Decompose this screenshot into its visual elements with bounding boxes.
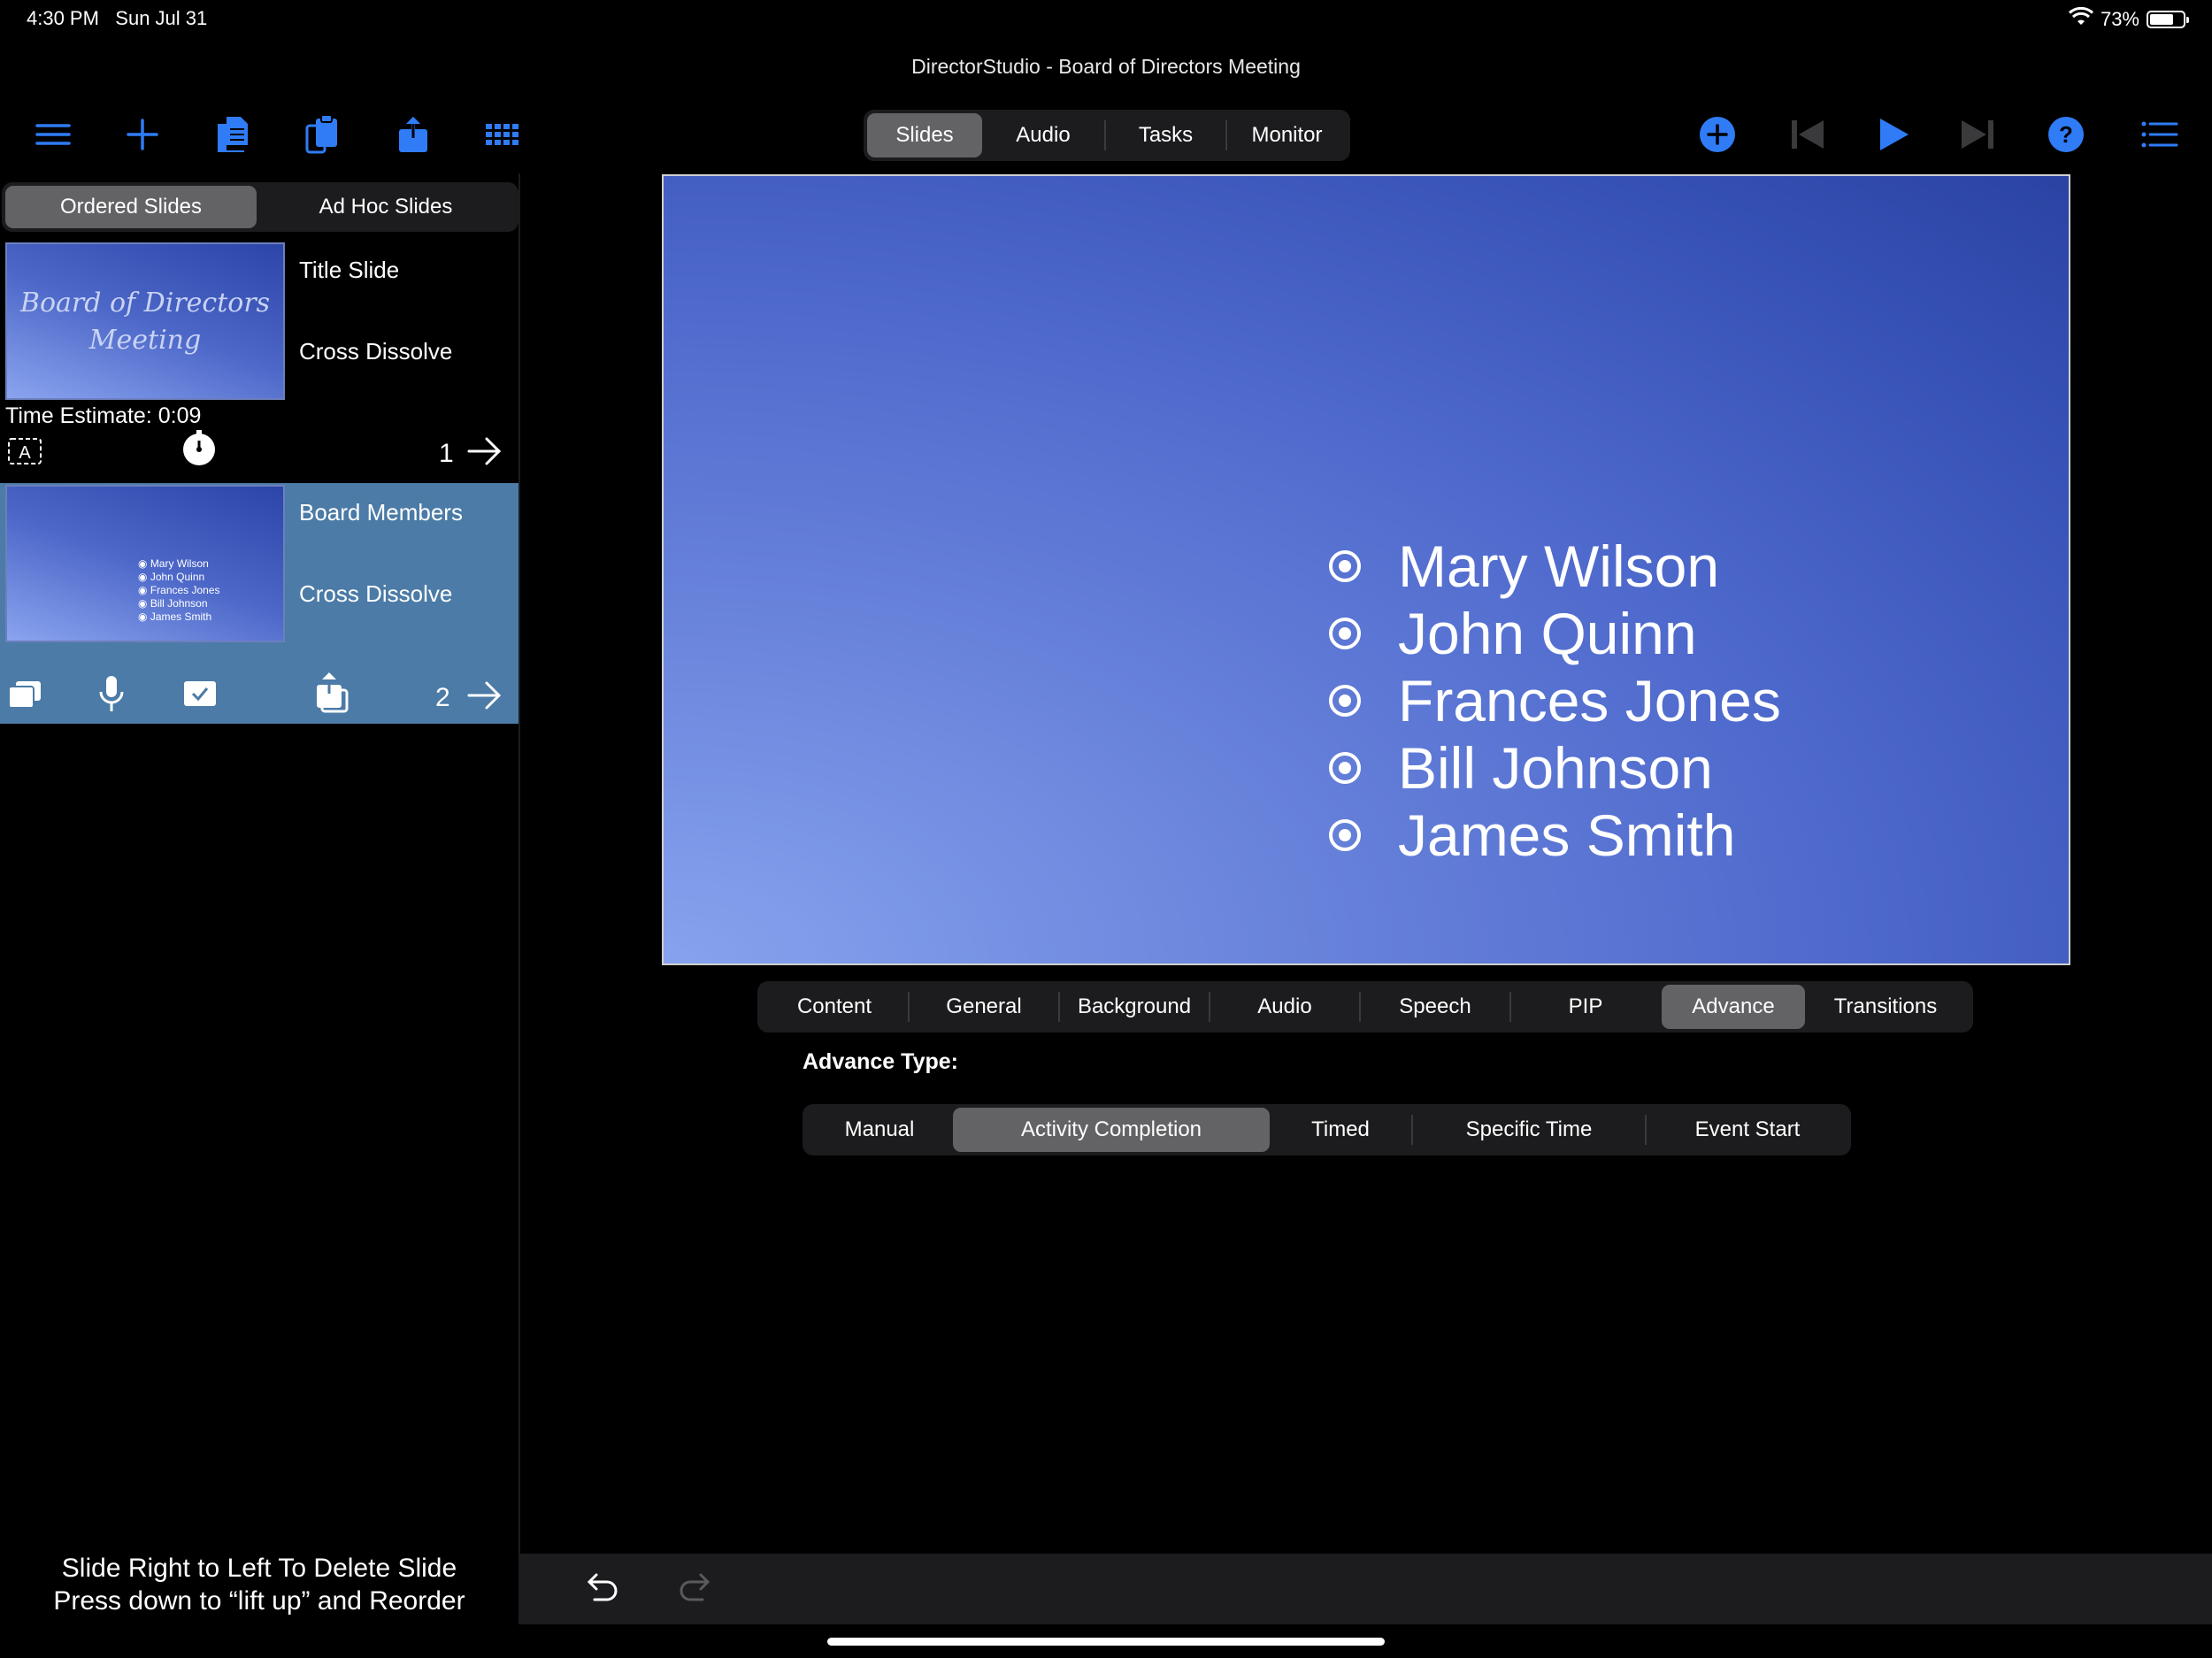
slide-card-2[interactable]: ◉ Mary Wilson ◉ John Quinn ◉ Frances Jon… — [0, 483, 518, 724]
tab-tasks[interactable]: Tasks — [1106, 113, 1225, 157]
tab-content[interactable]: Content — [761, 985, 908, 1029]
slide-preview[interactable]: Mary Wilson John Quinn Frances Jones Bil… — [662, 174, 2070, 965]
export-icon[interactable] — [313, 672, 349, 718]
redo-icon[interactable] — [678, 1570, 717, 1613]
bullet-icon — [1329, 550, 1361, 582]
home-indicator — [827, 1638, 1385, 1646]
slide-transition: Cross Dissolve — [299, 580, 453, 607]
tab-transitions[interactable]: Transitions — [1805, 985, 1966, 1029]
play-icon[interactable] — [1870, 111, 1916, 157]
status-bar-right: 73% — [2068, 6, 2189, 32]
slide-number: 1 — [439, 439, 454, 468]
hint-line-2: Press down to “lift up” and Reorder — [53, 1586, 465, 1616]
copy-icon[interactable] — [7, 679, 42, 714]
sidebar: Ordered Slides Ad Hoc Slides Board of Di… — [0, 173, 520, 1624]
advance-type-label: Advance Type: — [803, 1049, 958, 1074]
clipboard-icon[interactable] — [300, 111, 346, 157]
grid-icon[interactable] — [480, 111, 526, 157]
bullet-item: Bill Johnson — [1329, 734, 1713, 802]
share-icon[interactable] — [390, 111, 436, 157]
slide-name: Title Slide — [299, 257, 400, 283]
help-icon[interactable]: ? — [2043, 111, 2089, 157]
plus-icon[interactable] — [119, 111, 165, 157]
tab-ad-hoc-slides[interactable]: Ad Hoc Slides — [257, 186, 515, 228]
bullet-icon — [1329, 618, 1361, 649]
microphone-icon[interactable] — [97, 674, 126, 718]
documents-icon[interactable] — [209, 111, 255, 157]
tab-audio-props[interactable]: Audio — [1210, 985, 1359, 1029]
tab-advance[interactable]: Advance — [1662, 985, 1805, 1029]
option-manual[interactable]: Manual — [806, 1108, 953, 1152]
svg-text:A: A — [19, 443, 31, 463]
status-bar-time: 4:30 PM Sun Jul 31 — [27, 7, 207, 30]
bullet-icon — [1329, 685, 1361, 717]
arrow-right-icon[interactable] — [467, 435, 503, 472]
tab-monitor[interactable]: Monitor — [1227, 113, 1347, 157]
tab-slides[interactable]: Slides — [867, 113, 982, 157]
sidebar-tabs: Ordered Slides Ad Hoc Slides — [2, 182, 518, 232]
slide-thumbnail-2[interactable]: ◉ Mary Wilson ◉ John Quinn ◉ Frances Jon… — [5, 485, 285, 642]
bullet-item: Frances Jones — [1329, 667, 1781, 734]
status-date: Sun Jul 31 — [115, 7, 208, 29]
option-activity-completion[interactable]: Activity Completion — [953, 1108, 1270, 1152]
auto-advance-icon[interactable]: A — [7, 437, 42, 470]
time-estimate: Time Estimate: 0:09 — [5, 403, 202, 428]
battery-icon — [2147, 11, 2189, 28]
skip-forward-icon[interactable] — [1955, 111, 2001, 157]
slide-number: 2 — [435, 683, 450, 712]
option-specific-time[interactable]: Specific Time — [1413, 1108, 1645, 1152]
slide-name: Board Members — [299, 499, 463, 526]
hint-line-1: Slide Right to Left To Delete Slide — [61, 1554, 457, 1583]
advance-type-selector: Manual Activity Completion Timed Specifi… — [803, 1104, 1851, 1155]
thumbnail-list: ◉ Mary Wilson ◉ John Quinn ◉ Frances Jon… — [138, 557, 220, 623]
bullet-item: Mary Wilson — [1329, 533, 1719, 600]
bullet-item: James Smith — [1329, 802, 1735, 869]
main-tabs: Slides Audio Tasks Monitor — [864, 110, 1350, 161]
footer-bar — [520, 1554, 2212, 1624]
wifi-icon — [2068, 6, 2093, 32]
bullet-icon — [1329, 819, 1361, 851]
battery-percent: 73% — [2100, 8, 2139, 30]
thumbnail-title: Board of Directors Meeting — [19, 288, 271, 356]
checkbox-icon[interactable] — [182, 679, 218, 712]
status-time: 4:30 PM — [27, 7, 99, 29]
bullet-item: John Quinn — [1329, 600, 1697, 667]
tab-general[interactable]: General — [910, 985, 1058, 1029]
sidebar-hint: Slide Right to Left To Delete Slide Pres… — [0, 1552, 518, 1617]
undo-icon[interactable] — [580, 1570, 619, 1613]
property-tabs: Content General Background Audio Speech … — [757, 981, 1973, 1032]
option-event-start[interactable]: Event Start — [1647, 1108, 1848, 1152]
menu-icon[interactable] — [30, 111, 76, 157]
bullet-icon — [1329, 752, 1361, 784]
slide-thumbnail-1[interactable]: Board of Directors Meeting — [5, 242, 285, 400]
skip-back-icon[interactable] — [1785, 111, 1831, 157]
list-icon[interactable] — [2136, 111, 2182, 157]
timer-icon[interactable] — [180, 430, 218, 472]
svg-text:?: ? — [2059, 121, 2073, 148]
slide-transition: Cross Dissolve — [299, 338, 453, 365]
slide-card-1[interactable]: Board of Directors Meeting Title Slide C… — [0, 242, 518, 474]
tab-pip[interactable]: PIP — [1511, 985, 1660, 1029]
tab-ordered-slides[interactable]: Ordered Slides — [5, 186, 257, 228]
tab-audio[interactable]: Audio — [982, 113, 1104, 157]
tab-background[interactable]: Background — [1060, 985, 1209, 1029]
tab-speech[interactable]: Speech — [1361, 985, 1509, 1029]
option-timed[interactable]: Timed — [1270, 1108, 1411, 1152]
arrow-right-icon[interactable] — [467, 679, 503, 716]
app-title: DirectorStudio - Board of Directors Meet… — [911, 55, 1301, 78]
add-circle-icon[interactable] — [1694, 111, 1740, 157]
